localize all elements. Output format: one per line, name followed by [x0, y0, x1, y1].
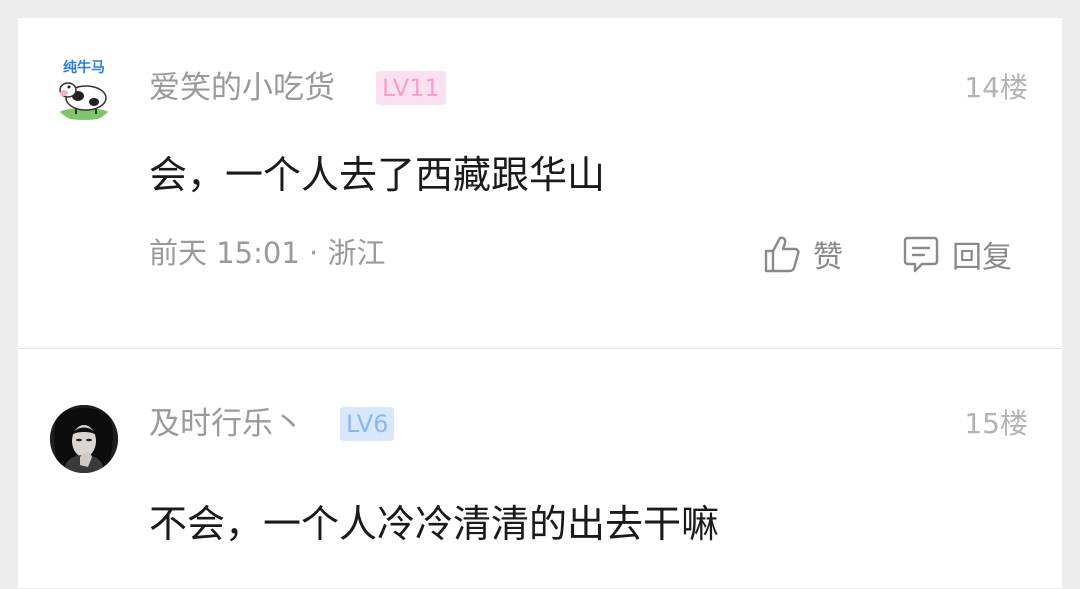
floor-number: 15楼: [964, 407, 1028, 440]
avatar-text: 纯牛马: [63, 59, 105, 76]
comment-text: 不会，一个人冷冷清清的出去干嘛: [149, 502, 720, 546]
like-label: 赞: [813, 240, 843, 275]
level-badge: LV11: [376, 71, 446, 105]
username[interactable]: 爱笑的小吃货: [149, 68, 335, 108]
comment-list: 纯牛马 爱笑的小吃货 LV11 14楼 会，一个人去了西藏跟华山 前天 15:0…: [18, 18, 1062, 588]
comment-item: 及时行乐丶 LV6 15楼 不会，一个人冷冷清清的出去干嘛: [18, 349, 1062, 589]
cow-avatar-icon: 纯牛马: [50, 54, 118, 122]
comment-meta: 前天 15:01 · 浙江: [149, 233, 385, 273]
comment-time: 前天 15:01: [149, 236, 300, 270]
floor-number: 14楼: [964, 71, 1028, 104]
avatar[interactable]: 纯牛马: [50, 54, 118, 122]
comment-text: 会，一个人去了西藏跟华山: [149, 153, 606, 197]
reply-button[interactable]: 回复: [902, 232, 1012, 276]
username[interactable]: 及时行乐丶: [149, 404, 304, 444]
comment-item: 纯牛马 爱笑的小吃货 LV11 14楼 会，一个人去了西藏跟华山 前天 15:0…: [18, 18, 1062, 348]
person-avatar-icon: [50, 405, 118, 473]
meta-separator: ·: [309, 236, 328, 270]
reply-label: 回复: [952, 240, 1012, 275]
thumbs-up-icon: [764, 236, 800, 273]
like-button[interactable]: 赞: [763, 232, 843, 276]
comment-location: 浙江: [327, 236, 386, 270]
avatar[interactable]: [50, 405, 118, 473]
comment-bubble-icon: [903, 236, 939, 273]
level-badge: LV6: [340, 407, 395, 441]
